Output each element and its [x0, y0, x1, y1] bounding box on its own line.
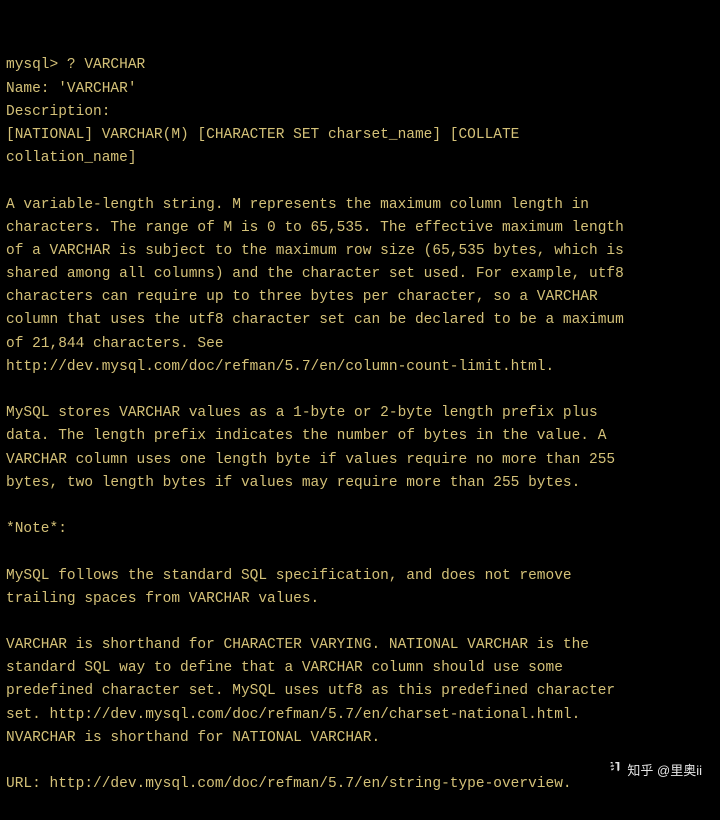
zhihu-icon: [607, 760, 623, 783]
watermark-text: 知乎 @里奥ii: [627, 761, 702, 782]
watermark: 知乎 @里奥ii: [607, 760, 702, 783]
terminal-text: mysql> ? VARCHAR Name: 'VARCHAR' Descrip…: [6, 54, 714, 796]
terminal-output: mysql> ? VARCHAR Name: 'VARCHAR' Descrip…: [6, 8, 714, 820]
